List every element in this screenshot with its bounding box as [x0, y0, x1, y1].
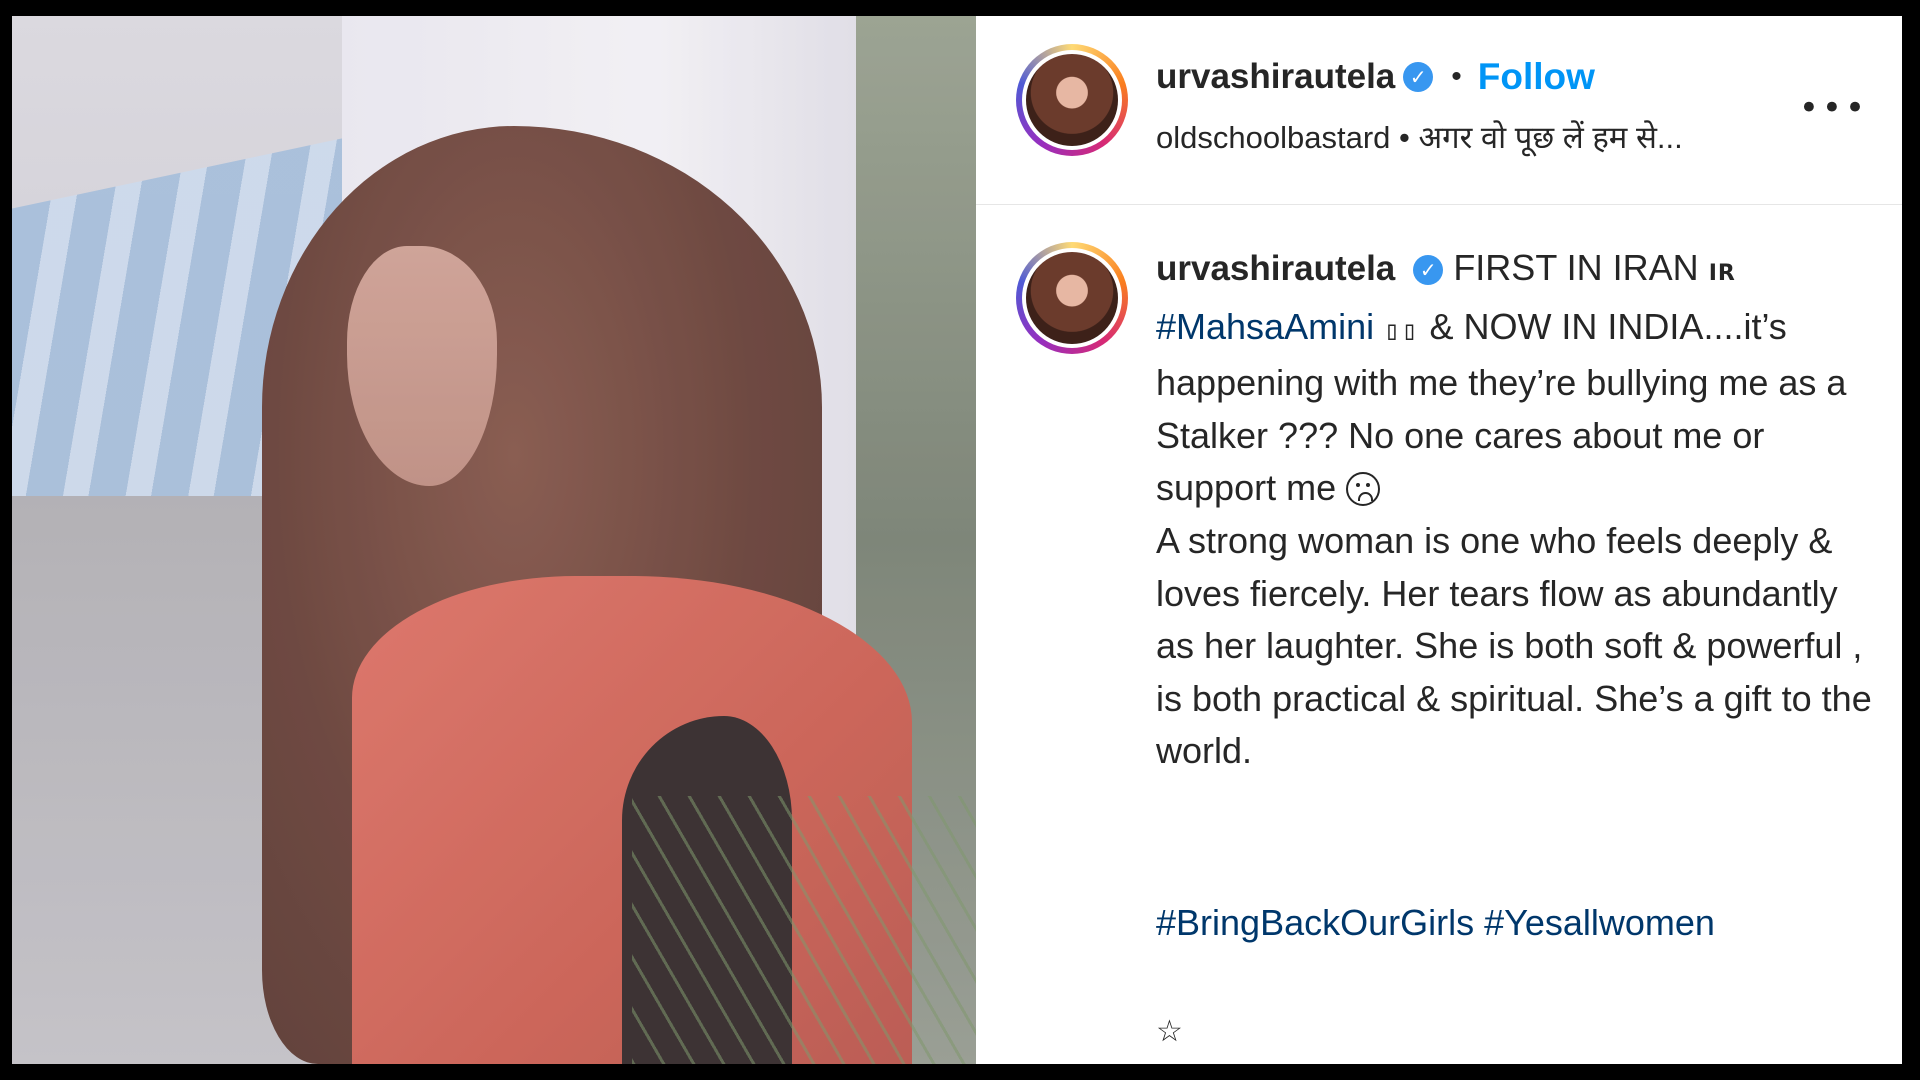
header-username[interactable]: urvashirautela	[1156, 57, 1395, 97]
caption-text: urvashirautela ✓ FIRST IN IRAN IR #Mahsa…	[1156, 242, 1876, 778]
media-overlay	[12, 16, 976, 1064]
caption-avatar[interactable]	[1016, 242, 1128, 354]
header-separator: •	[1451, 60, 1462, 93]
audio-attribution[interactable]: oldschoolbastard • अगर वो पूछ लें हम से.…	[1156, 116, 1683, 158]
post-side-panel: urvashirautela ✓ • Follow oldschoolbasta…	[976, 16, 1902, 1064]
more-options-icon[interactable]: •••	[1799, 88, 1868, 128]
caption-hashtags: #BringBackOurGirls #Yesallwomen	[1156, 902, 1715, 944]
sad-face-emoji-icon	[1346, 472, 1381, 507]
caption-part1: FIRST IN IRAN	[1453, 247, 1699, 288]
verified-badge-icon: ✓	[1403, 62, 1434, 92]
caption-username[interactable]: urvashirautela	[1156, 249, 1395, 288]
post-header: urvashirautela ✓ • Follow oldschoolbasta…	[976, 16, 1902, 205]
hashtag-mahsaamini[interactable]: #MahsaAmini	[1156, 306, 1374, 347]
caption-part3: A strong woman is one who feels deeply &…	[1156, 519, 1872, 772]
star-icon: ☆	[1156, 1014, 1183, 1049]
header-avatar[interactable]	[1016, 44, 1128, 156]
avatar-photo	[1026, 252, 1118, 344]
post-media-image[interactable]	[12, 16, 976, 1064]
avatar-photo	[1026, 54, 1118, 146]
hashtag-yesallwomen[interactable]: #Yesallwomen	[1484, 902, 1715, 943]
hashtag-bringbackourgirls[interactable]: #BringBackOurGirls	[1156, 902, 1474, 943]
follow-button[interactable]: Follow	[1478, 56, 1595, 98]
screenshot-frame: urvashirautela ✓ • Follow oldschoolbasta…	[12, 16, 1902, 1064]
iran-flag-icon: IR	[1708, 261, 1736, 286]
missing-emoji-boxes: ▯▯	[1384, 315, 1420, 346]
verified-badge-icon: ✓	[1413, 255, 1444, 286]
